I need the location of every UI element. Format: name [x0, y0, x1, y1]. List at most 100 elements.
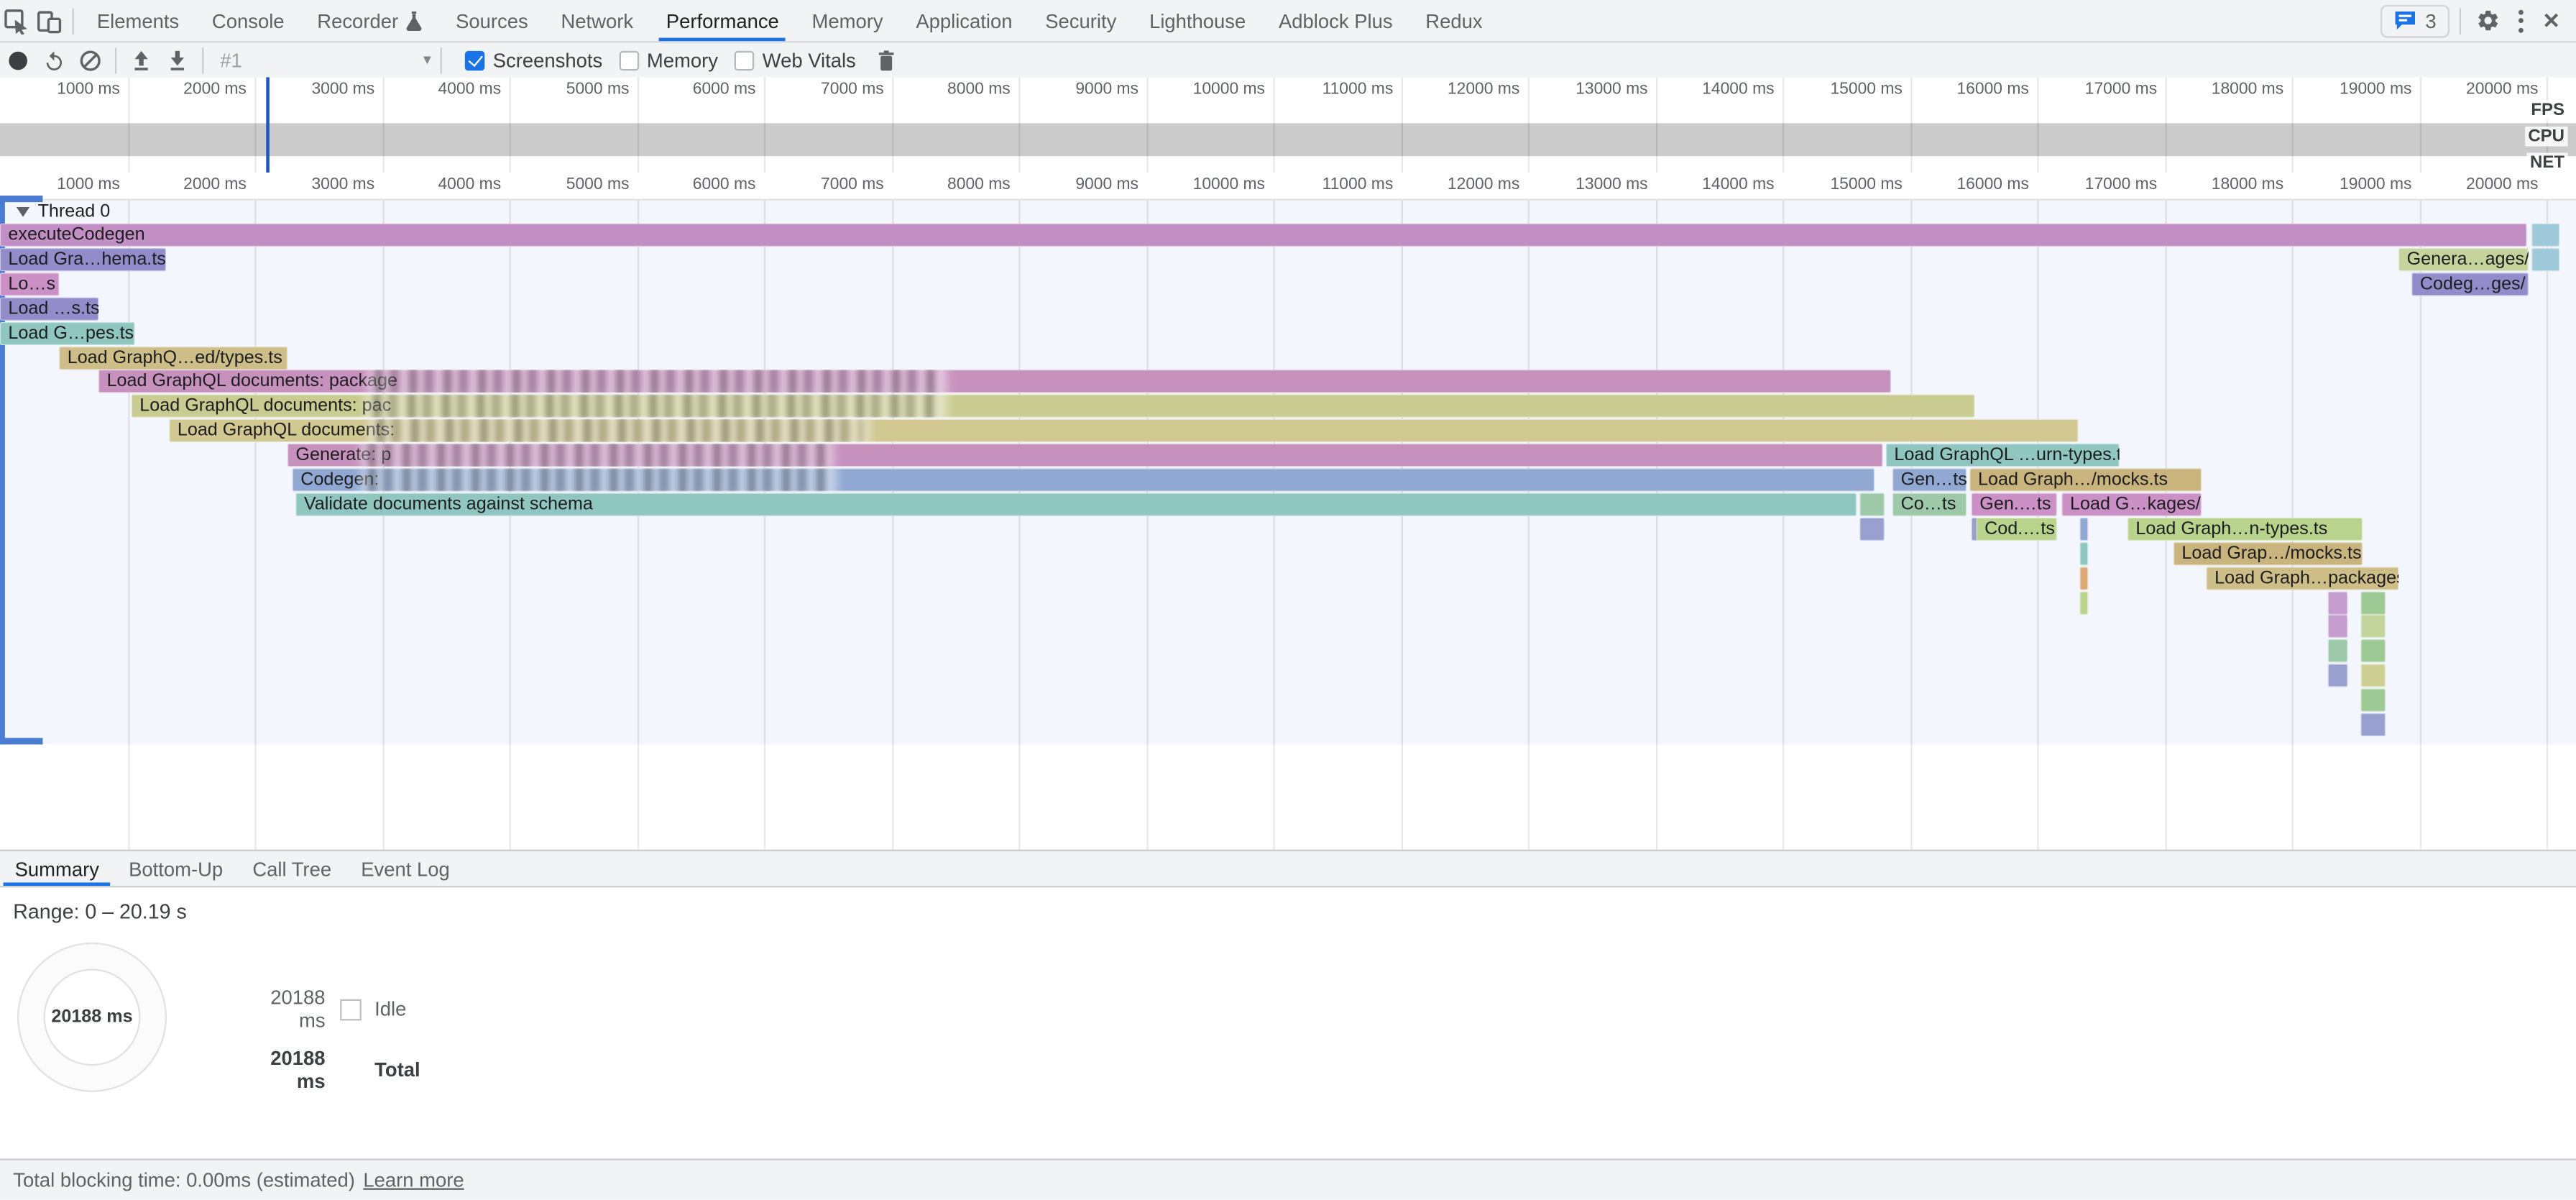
flame-bar-load-g-kages[interactable]: Load G…kages/: [2062, 493, 2202, 516]
flame-bar[interactable]: [2328, 664, 2347, 687]
flask-icon: [407, 11, 423, 30]
flame-bar-label: Lo…s: [8, 274, 55, 293]
flame-bar[interactable]: [2328, 615, 2347, 638]
flame-bar[interactable]: [2361, 615, 2386, 638]
flame-bar-load-graphql-documents-pac[interactable]: Load GraphQL documents: pac: [132, 395, 1975, 418]
tab-recorder[interactable]: Recorder: [300, 0, 439, 41]
import-profile-icon[interactable]: [123, 44, 159, 77]
tab-label: Bottom-Up: [129, 857, 223, 880]
capture-history-select[interactable]: #1 ▼: [211, 48, 434, 71]
flame-bar-load-graph-mocks-ts[interactable]: Load Graph…/mocks.ts: [1970, 468, 2202, 491]
flame-bar-load-graphq-ed-types-ts[interactable]: Load GraphQ…ed/types.ts: [59, 346, 288, 369]
playhead-marker[interactable]: [266, 77, 270, 173]
flame-bar[interactable]: [2080, 567, 2088, 590]
tab-bottom-up[interactable]: Bottom-Up: [114, 851, 237, 886]
tab-adblock-plus[interactable]: Adblock Plus: [1262, 0, 1409, 41]
screenshots-checkbox[interactable]: Screenshots: [465, 48, 602, 71]
flame-bar-codegen[interactable]: Codegen:: [293, 468, 1874, 491]
tab-security[interactable]: Security: [1029, 0, 1133, 41]
web-vitals-checkbox[interactable]: Web Vitals: [735, 48, 856, 71]
export-profile-icon[interactable]: [160, 44, 196, 77]
flame-bar[interactable]: [2361, 689, 2386, 712]
legend-swatch-cell: [326, 999, 375, 1020]
tab-application[interactable]: Application: [899, 0, 1029, 41]
chevron-down-icon: ▼: [420, 52, 433, 68]
record-icon[interactable]: [0, 44, 36, 77]
flame-bar-co-ts[interactable]: Co…ts: [1892, 493, 1966, 516]
ruler-tick-label: 5000 ms: [566, 81, 630, 99]
flame-bar[interactable]: [2361, 664, 2386, 687]
flame-bar-codeg-ges[interactable]: Codeg…ges/: [2411, 272, 2528, 296]
flame-bar[interactable]: [2361, 591, 2386, 614]
tab-console[interactable]: Console: [196, 0, 300, 41]
flame-bar-load-graphql-documents[interactable]: Load GraphQL documents:: [169, 419, 2078, 442]
tab-network[interactable]: Network: [545, 0, 650, 41]
flame-bar[interactable]: [2531, 248, 2559, 271]
flame-bar-cod-ts[interactable]: Cod.…ts: [1977, 518, 2057, 541]
flame-bar-load-gra-hema-ts[interactable]: Load Gra…hema.ts: [0, 248, 166, 271]
flame-bar[interactable]: [2361, 713, 2386, 736]
trash-icon[interactable]: [869, 44, 905, 77]
flame-bar-load-g-pes-ts[interactable]: Load G…pes.ts: [0, 321, 134, 344]
flame-bar[interactable]: [2080, 591, 2088, 614]
ruler-tick-label: 17000 ms: [2085, 81, 2157, 99]
more-options-icon[interactable]: [2507, 4, 2534, 37]
range-label: Range: 0 – 20.19 s: [13, 901, 186, 924]
flame-bar[interactable]: [2080, 542, 2088, 565]
tab-call-tree[interactable]: Call Tree: [238, 851, 346, 886]
settings-gear-icon[interactable]: [2471, 4, 2504, 37]
redacted-text: [373, 395, 940, 418]
flame-bar[interactable]: [2361, 640, 2386, 663]
device-toolbar-icon[interactable]: [33, 4, 66, 37]
tab-sources[interactable]: Sources: [439, 0, 544, 41]
flame-bar-lo-s[interactable]: Lo…s: [0, 272, 59, 296]
checkbox-icon[interactable]: [735, 50, 754, 70]
divider: [441, 47, 442, 73]
timeline-overview[interactable]: 1000 ms2000 ms3000 ms4000 ms5000 ms6000 …: [0, 77, 2576, 174]
flame-bar-load-graphql-urn-types-ts[interactable]: Load GraphQL …urn-types.ts: [1886, 444, 2120, 467]
close-icon[interactable]: ✕: [2536, 7, 2566, 34]
flame-bar-load-s-ts[interactable]: Load …s.ts: [0, 297, 98, 320]
flame-bar[interactable]: [2531, 224, 2559, 247]
inspect-element-icon[interactable]: [0, 4, 33, 37]
chat-bubble-icon: [2394, 10, 2417, 32]
divider: [73, 7, 74, 34]
tab-label: Application: [916, 9, 1012, 32]
flame-bar-label: Load G…pes.ts: [8, 323, 134, 342]
flame-bar[interactable]: [2080, 518, 2088, 541]
clear-icon[interactable]: [73, 44, 109, 77]
reload-icon[interactable]: [36, 44, 72, 77]
tab-elements[interactable]: Elements: [80, 0, 196, 41]
flame-bar[interactable]: [1859, 518, 1884, 541]
flame-bar-label: Validate documents against schema: [304, 495, 593, 514]
flame-bar-load-grap-mocks-ts[interactable]: Load Grap…/mocks.ts: [2174, 542, 2363, 565]
flame-bar-executecodegen[interactable]: executeCodegen: [0, 224, 2526, 247]
tab-label: Call Tree: [252, 857, 331, 880]
tab-lighthouse[interactable]: Lighthouse: [1133, 0, 1262, 41]
tab-performance[interactable]: Performance: [650, 0, 796, 41]
flame-bar[interactable]: [1859, 493, 1884, 516]
tab-memory[interactable]: Memory: [796, 0, 900, 41]
flame-bar-load-graphql-documents-package[interactable]: Load GraphQL documents: package: [98, 370, 1891, 393]
flame-bar-gen-ts[interactable]: Gen.…ts: [1972, 493, 2057, 516]
tab-redux[interactable]: Redux: [1409, 0, 1499, 41]
flame-bar-validate-documents-against-schema[interactable]: Validate documents against schema: [295, 493, 1856, 516]
checkbox-icon[interactable]: [619, 50, 638, 70]
flame-bar-genera-ages[interactable]: Genera…ages/: [2398, 248, 2529, 271]
memory-checkbox[interactable]: Memory: [619, 48, 718, 71]
flame-bar-load-graph-packages[interactable]: Load Graph…packages/: [2207, 567, 2398, 590]
flame-bar[interactable]: [2328, 640, 2347, 663]
flame-bar-generate-p[interactable]: Generate: p: [288, 444, 1882, 467]
tab-event-log[interactable]: Event Log: [346, 851, 465, 886]
flame-bar-label: Load GraphQL documents:: [178, 421, 395, 441]
flame-bar-load-graph-n-types-ts[interactable]: Load Graph…n-types.ts: [2128, 518, 2363, 541]
issues-button[interactable]: 3: [2381, 4, 2450, 37]
checkbox-checked-icon[interactable]: [465, 50, 484, 70]
flame-chart[interactable]: 1000 ms2000 ms3000 ms4000 ms5000 ms6000 …: [0, 173, 2576, 851]
learn-more-link[interactable]: Learn more: [363, 1168, 464, 1191]
tab-summary[interactable]: Summary: [0, 851, 114, 886]
memory-label: Memory: [647, 48, 718, 71]
ruler-tick-label: 8000 ms: [947, 81, 1011, 99]
flame-bar-gen-ts[interactable]: Gen…ts: [1892, 468, 1966, 491]
flame-bar[interactable]: [2328, 591, 2347, 614]
